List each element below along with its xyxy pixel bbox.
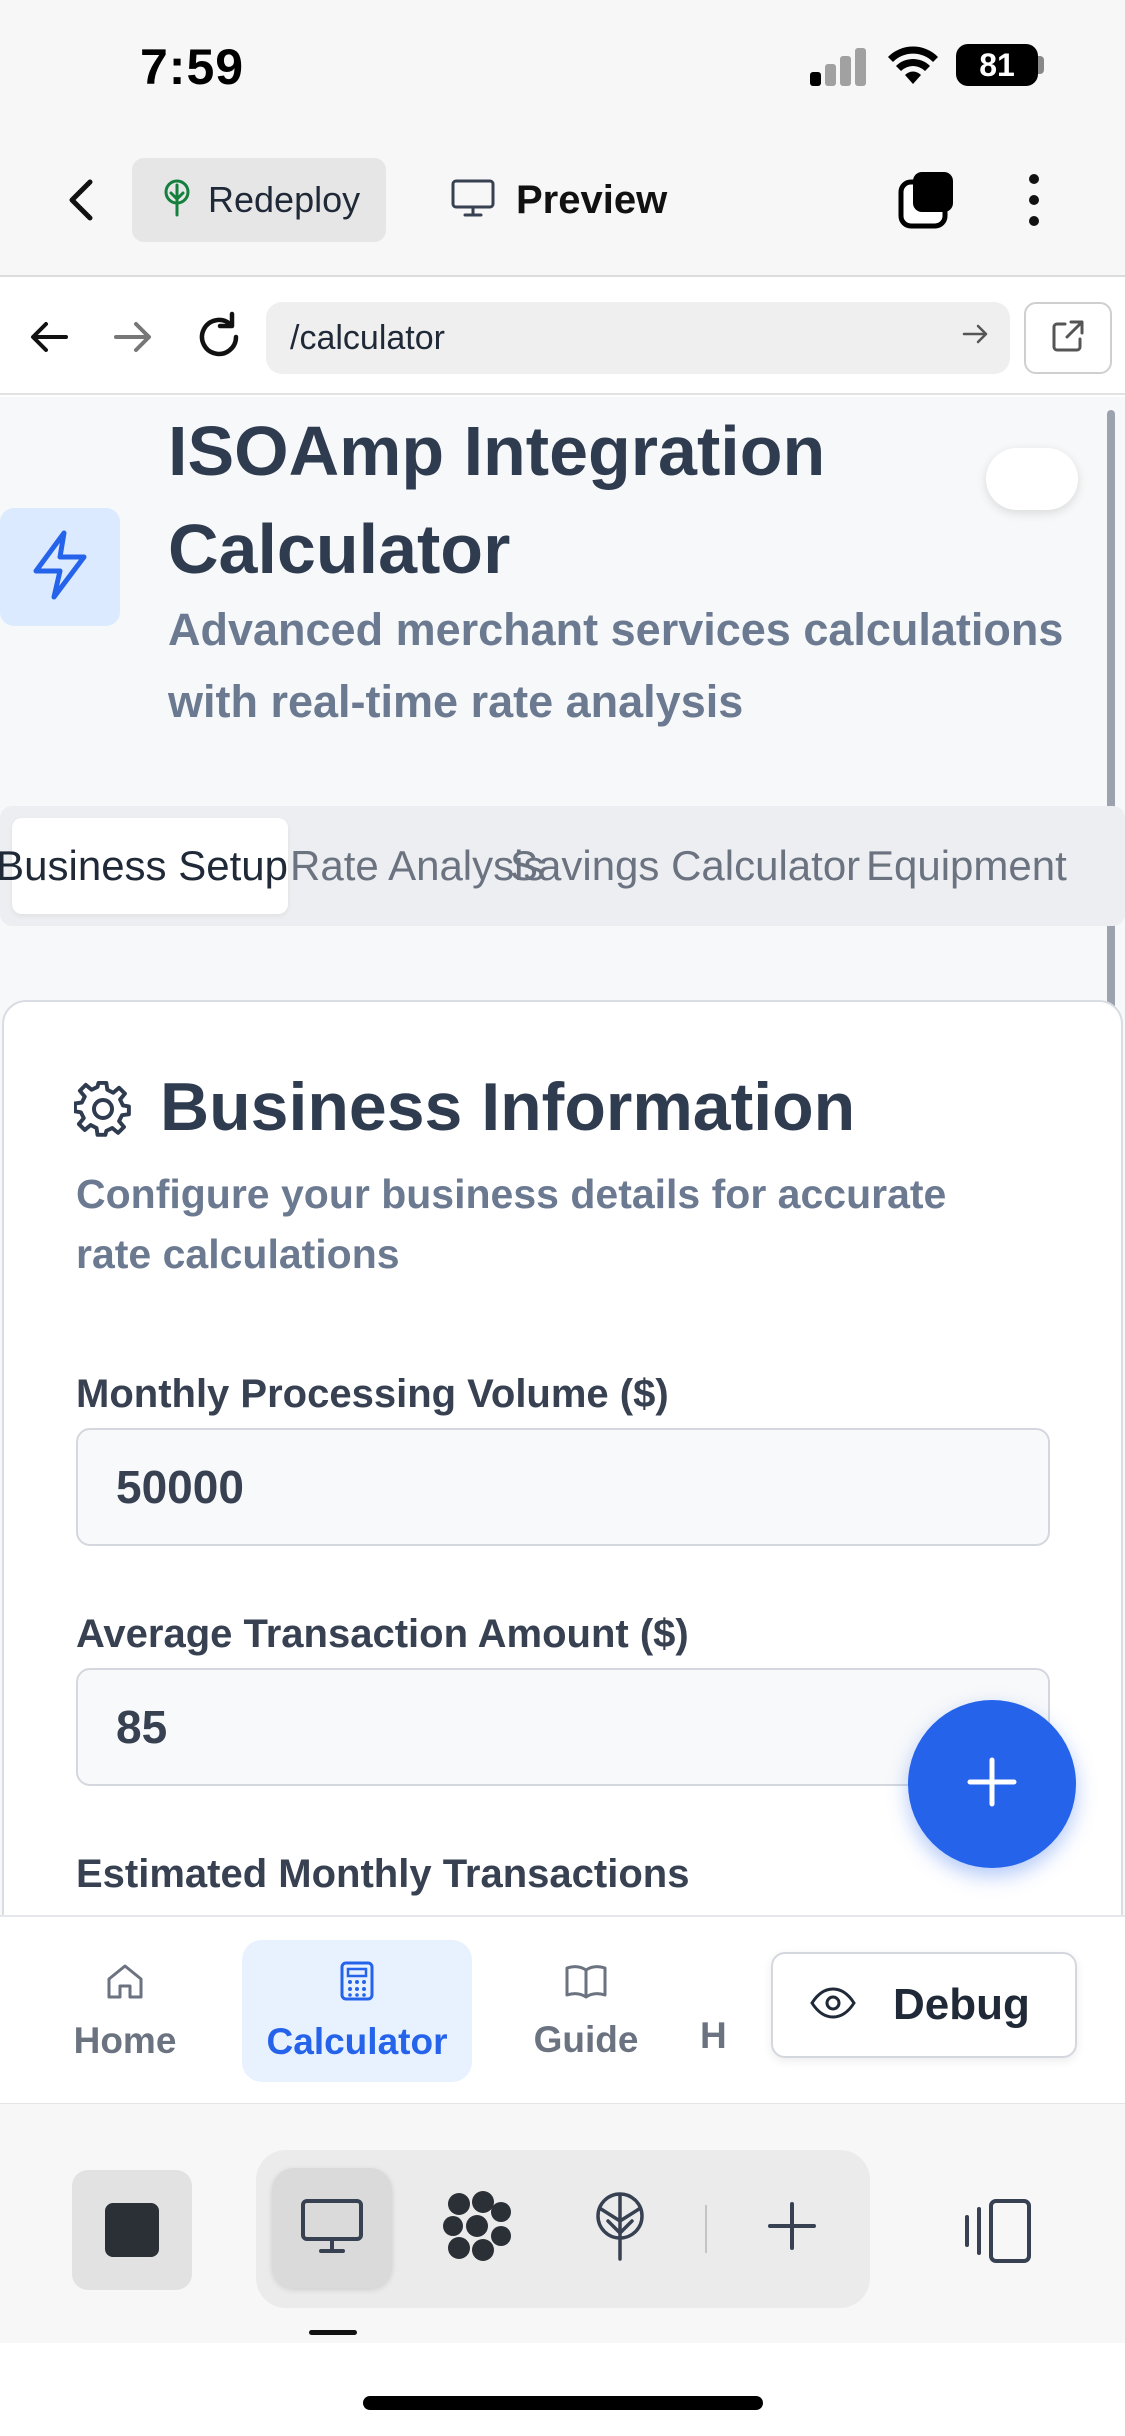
active-mode-indicator xyxy=(309,2330,357,2335)
card-title: Business Information xyxy=(160,1069,856,1145)
monitor-icon xyxy=(299,2197,365,2260)
back-button[interactable] xyxy=(58,168,108,232)
calculator-icon xyxy=(339,1960,375,2011)
browser-back-icon[interactable] xyxy=(24,312,74,362)
nav-home-label: Home xyxy=(73,2019,177,2061)
monthly-volume-value: 50000 xyxy=(116,1461,244,1513)
tab-equipment[interactable]: Equipment xyxy=(866,818,1067,914)
tab-business-setup[interactable]: Business Setup xyxy=(0,818,288,914)
lightning-icon xyxy=(28,529,92,606)
more-options-icon[interactable] xyxy=(1014,168,1054,232)
nav-item-partial[interactable]: H xyxy=(700,1940,780,2082)
debug-button[interactable]: Debug xyxy=(771,1952,1077,2058)
avg-transaction-input[interactable]: 85 xyxy=(76,1668,1050,1786)
home-indicator xyxy=(363,2396,763,2410)
deploy-view-button[interactable] xyxy=(560,2168,680,2288)
dots-cluster-icon xyxy=(441,2190,513,2267)
redeploy-button[interactable]: Redeploy xyxy=(132,158,386,242)
new-tab-button[interactable] xyxy=(732,2168,852,2288)
debug-label: Debug xyxy=(893,1980,1030,2029)
status-time: 7:59 xyxy=(140,39,245,95)
mode-divider xyxy=(705,2205,707,2253)
battery-tip xyxy=(1038,56,1044,74)
deploy-tree-icon xyxy=(591,2191,649,2266)
open-external-button[interactable] xyxy=(1024,302,1112,374)
battery-icon: 81 xyxy=(956,44,1038,86)
nav-home[interactable]: Home xyxy=(10,1940,240,2082)
theme-toggle[interactable] xyxy=(986,448,1078,510)
app-logo xyxy=(0,508,120,626)
preview-button[interactable]: Preview xyxy=(450,158,700,242)
monthly-volume-input[interactable]: 50000 xyxy=(76,1428,1050,1546)
deploy-tree-icon xyxy=(160,179,194,222)
url-text: /calculator xyxy=(290,318,445,357)
tab-savings-calculator[interactable]: Savings Calculator xyxy=(510,818,860,914)
grid-view-button[interactable] xyxy=(417,2168,537,2288)
avg-transaction-label: Average Transaction Amount ($) xyxy=(76,1612,689,1656)
go-arrow-icon[interactable] xyxy=(960,319,990,358)
nav-guide[interactable]: Guide xyxy=(471,1940,701,2082)
browser-forward-icon[interactable] xyxy=(108,312,158,362)
external-link-icon xyxy=(1049,317,1087,360)
preview-label: Preview xyxy=(516,177,668,222)
page-subtitle: Advanced merchant services calculations … xyxy=(168,604,1064,727)
eye-icon xyxy=(809,1980,857,2030)
plus-icon xyxy=(964,1754,1020,1815)
nav-calculator[interactable]: Calculator xyxy=(242,1940,472,2082)
gear-icon xyxy=(73,1080,132,1138)
url-input[interactable]: /calculator xyxy=(266,302,1010,374)
tabs-icon[interactable] xyxy=(895,168,959,232)
add-fab-button[interactable] xyxy=(908,1700,1076,1868)
reload-icon[interactable] xyxy=(192,310,246,364)
home-icon xyxy=(104,1961,146,2010)
stop-icon xyxy=(105,2203,159,2257)
avg-transaction-value: 85 xyxy=(116,1701,168,1753)
tab-rate-analysis[interactable]: Rate Analysis xyxy=(290,818,544,914)
desktop-view-button[interactable] xyxy=(272,2168,392,2288)
nav-guide-label: Guide xyxy=(533,2018,639,2060)
plus-icon xyxy=(764,2198,820,2259)
cellular-signal-icon xyxy=(810,46,868,86)
page-title: ISOAmp Integration Calculator xyxy=(168,412,826,588)
monitor-icon xyxy=(450,178,496,223)
side-panel-icon[interactable] xyxy=(955,2195,1035,2267)
card-description: Configure your business details for accu… xyxy=(76,1171,947,1277)
stop-button[interactable] xyxy=(72,2170,192,2290)
redeploy-label: Redeploy xyxy=(208,179,361,220)
book-icon xyxy=(564,1962,608,2009)
monthly-transactions-label: Estimated Monthly Transactions xyxy=(76,1852,690,1896)
nav-calculator-label: Calculator xyxy=(266,2020,448,2062)
nav-partial-label: H xyxy=(700,2015,727,2056)
wifi-icon xyxy=(886,40,940,86)
monthly-volume-label: Monthly Processing Volume ($) xyxy=(76,1372,669,1416)
